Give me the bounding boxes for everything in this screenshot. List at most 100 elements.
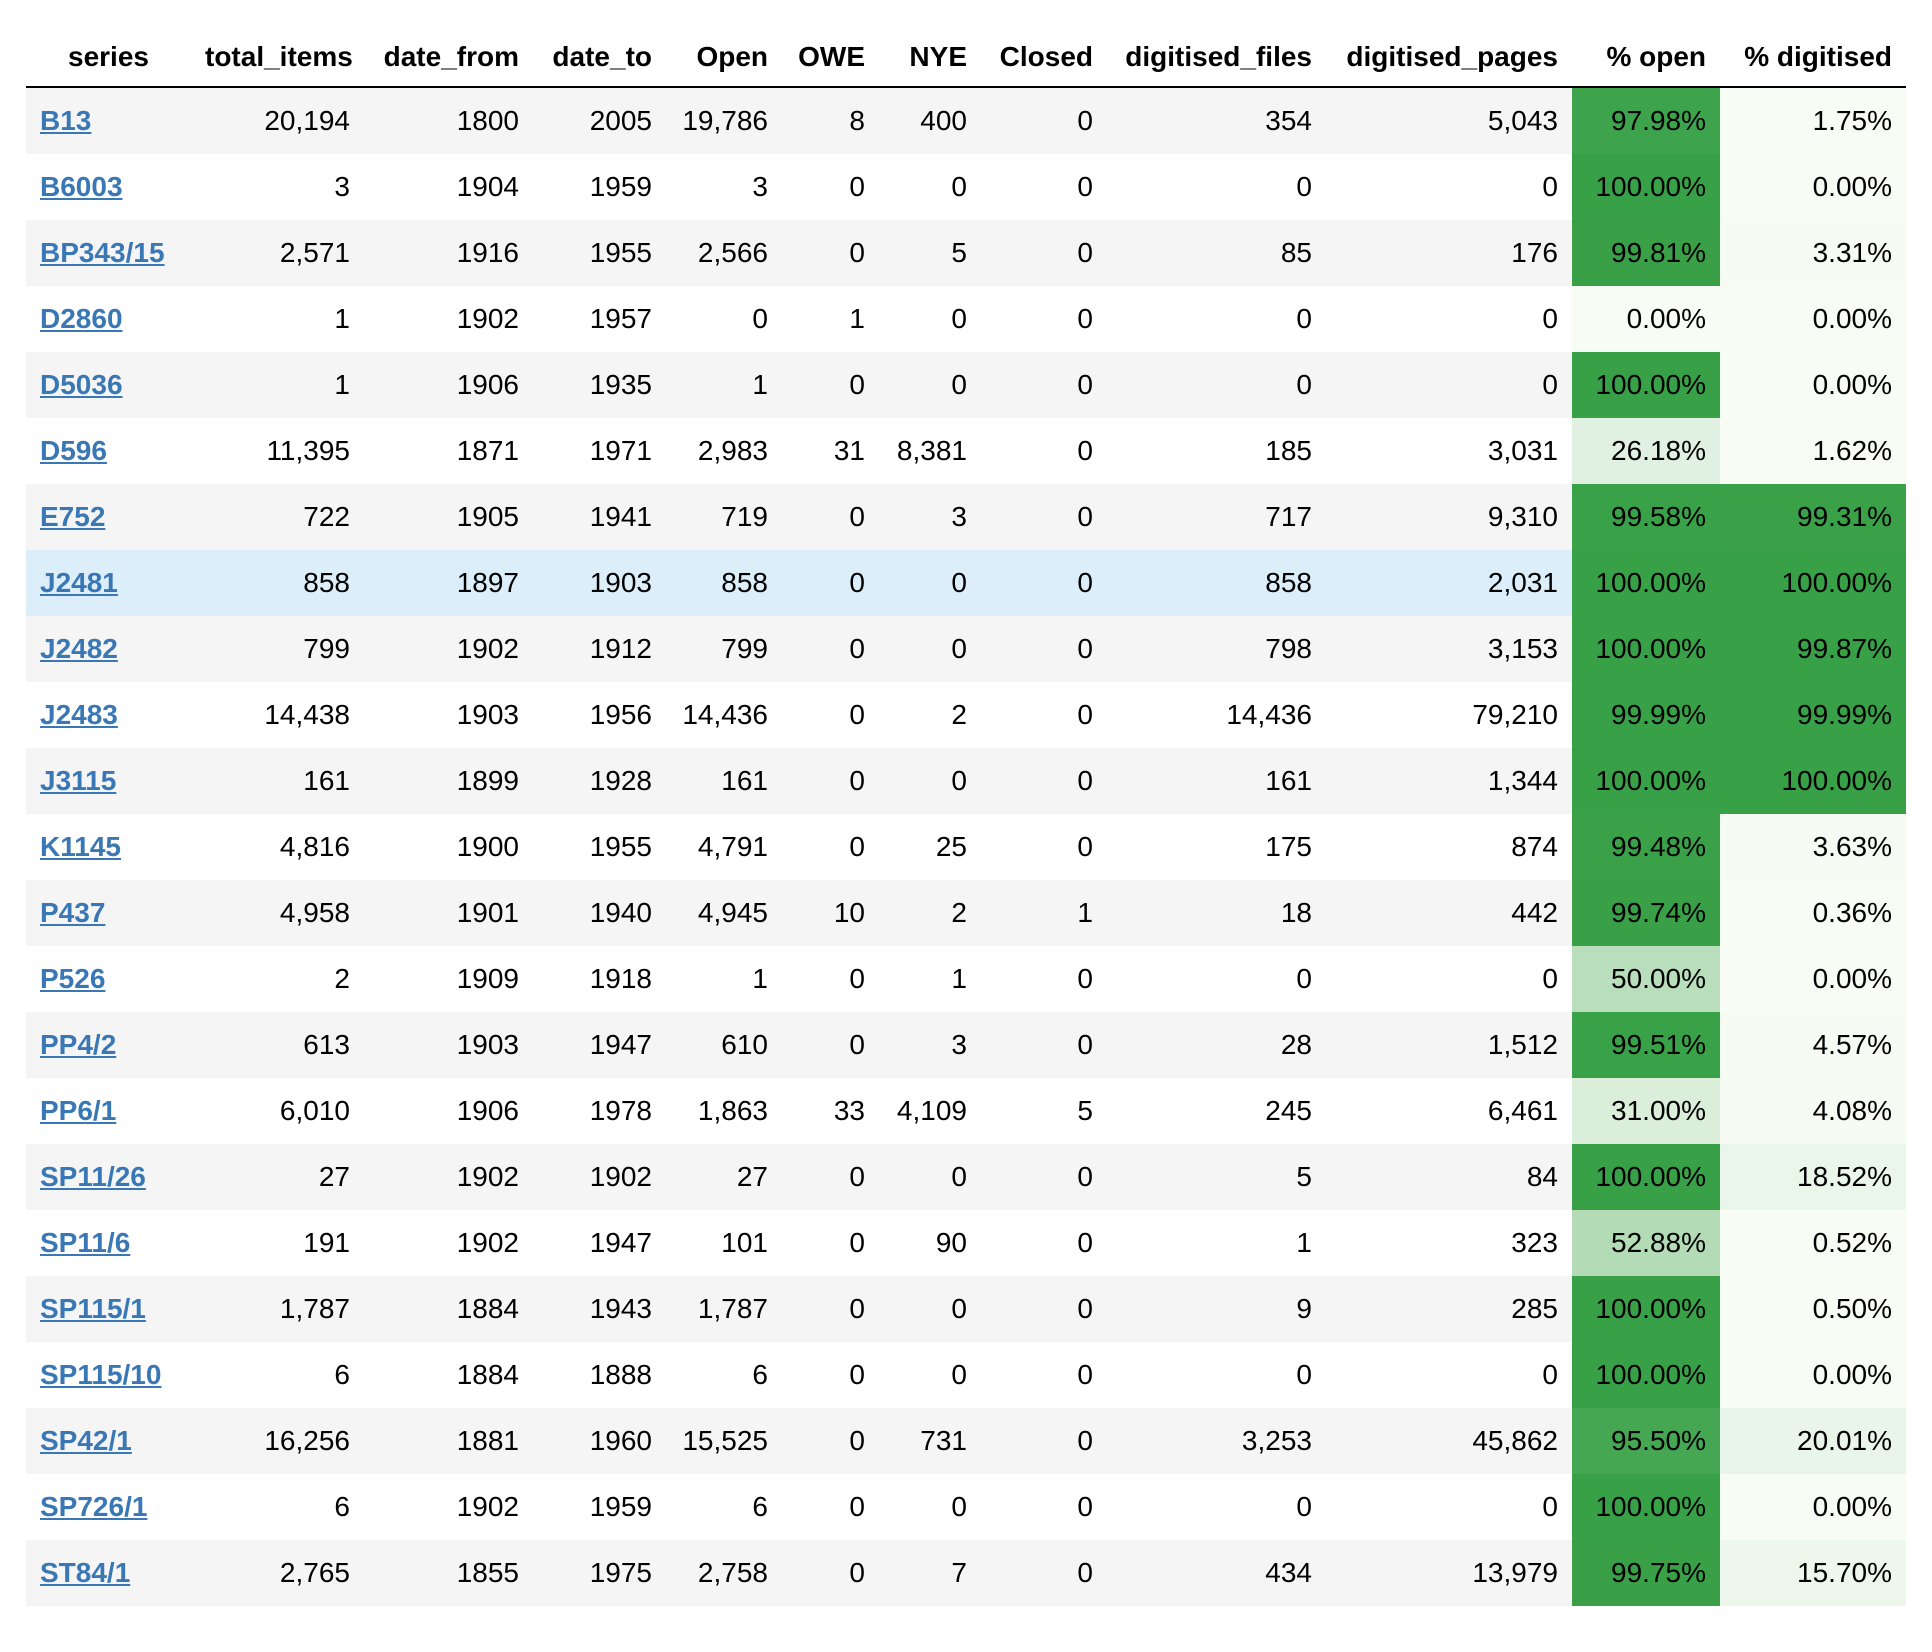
closed-cell: 0 [981,1408,1107,1474]
closed-cell: 0 [981,1276,1107,1342]
nye-cell: 90 [879,1210,981,1276]
table-row: D5036 1 1906 1935 1 0 0 0 0 0 100.00% 0.00% [26,352,1906,418]
total-items-cell: 1,787 [191,1276,364,1342]
open-cell: 15,525 [666,1408,782,1474]
series-cell: SP42/1 [26,1408,191,1474]
series-link[interactable]: E752 [40,501,105,532]
series-link[interactable]: P526 [40,963,105,994]
date-to-cell: 2005 [533,87,666,154]
open-cell: 2,983 [666,418,782,484]
open-cell: 3 [666,154,782,220]
closed-cell: 0 [981,1144,1107,1210]
series-link[interactable]: SP726/1 [40,1491,147,1522]
pct-open-cell: 50.00% [1572,946,1720,1012]
digitised-pages-cell: 5,043 [1326,87,1572,154]
closed-cell: 0 [981,1012,1107,1078]
date-from-cell: 1902 [364,1474,533,1540]
series-link[interactable]: D5036 [40,369,123,400]
table-row: J2481 858 1897 1903 858 0 0 0 858 2,031 100.00% 100… [26,550,1906,616]
date-from-cell: 1902 [364,616,533,682]
open-cell: 6 [666,1342,782,1408]
owe-cell: 0 [782,1012,879,1078]
series-link[interactable]: ST84/1 [40,1557,130,1588]
pct-digitised-cell: 100.00% [1720,748,1906,814]
open-cell: 0 [666,286,782,352]
date-to-cell: 1918 [533,946,666,1012]
series-link[interactable]: SP11/26 [40,1161,146,1192]
series-link[interactable]: BP343/15 [40,237,165,268]
pct-digitised-cell: 99.99% [1720,682,1906,748]
date-from-cell: 1903 [364,682,533,748]
owe-cell: 0 [782,1408,879,1474]
series-cell: SP115/10 [26,1342,191,1408]
column-header-nye: NYE [879,28,981,88]
series-link[interactable]: PP4/2 [40,1029,116,1060]
digitised-pages-cell: 3,153 [1326,616,1572,682]
series-link[interactable]: D2860 [40,303,123,334]
total-items-cell: 2,765 [191,1540,364,1606]
pct-open-cell: 52.88% [1572,1210,1720,1276]
series-link[interactable]: SP42/1 [40,1425,132,1456]
owe-cell: 0 [782,616,879,682]
pct-open-cell: 26.18% [1572,418,1720,484]
owe-cell: 0 [782,748,879,814]
date-to-cell: 1935 [533,352,666,418]
total-items-cell: 613 [191,1012,364,1078]
open-cell: 858 [666,550,782,616]
closed-cell: 0 [981,1210,1107,1276]
date-to-cell: 1956 [533,682,666,748]
series-cell: ST84/1 [26,1540,191,1606]
open-cell: 1 [666,352,782,418]
series-link[interactable]: P437 [40,897,105,928]
digitised-pages-cell: 1,512 [1326,1012,1572,1078]
digitised-pages-cell: 0 [1326,286,1572,352]
series-link[interactable]: J2481 [40,567,118,598]
table-body: B13 20,194 1800 2005 19,786 8 400 0 354 5,043 97.9… [26,87,1906,1606]
series-link[interactable]: SP115/1 [40,1293,146,1324]
digitised-files-cell: 0 [1107,946,1326,1012]
nye-cell: 0 [879,616,981,682]
pct-digitised-cell: 0.00% [1720,286,1906,352]
pct-digitised-cell: 0.36% [1720,880,1906,946]
series-link[interactable]: J2482 [40,633,118,664]
total-items-cell: 4,958 [191,880,364,946]
total-items-cell: 722 [191,484,364,550]
date-to-cell: 1955 [533,814,666,880]
digitised-files-cell: 175 [1107,814,1326,880]
series-link[interactable]: SP115/10 [40,1359,161,1390]
date-from-cell: 1800 [364,87,533,154]
series-link[interactable]: K1145 [40,831,121,862]
pct-digitised-cell: 4.08% [1720,1078,1906,1144]
pct-digitised-cell: 15.70% [1720,1540,1906,1606]
closed-cell: 0 [981,352,1107,418]
digitised-files-cell: 245 [1107,1078,1326,1144]
series-link[interactable]: SP11/6 [40,1227,130,1258]
table-row: SP726/1 6 1902 1959 6 0 0 0 0 0 100.00% 0.00% [26,1474,1906,1540]
digitised-pages-cell: 0 [1326,352,1572,418]
column-header-series: series [26,28,191,88]
owe-cell: 1 [782,286,879,352]
digitised-files-cell: 798 [1107,616,1326,682]
series-link[interactable]: B13 [40,105,91,136]
owe-cell: 0 [782,352,879,418]
nye-cell: 25 [879,814,981,880]
total-items-cell: 1 [191,286,364,352]
pct-digitised-cell: 1.62% [1720,418,1906,484]
digitised-pages-cell: 442 [1326,880,1572,946]
series-link[interactable]: J2483 [40,699,118,730]
series-link[interactable]: D596 [40,435,107,466]
total-items-cell: 20,194 [191,87,364,154]
nye-cell: 0 [879,1276,981,1342]
date-from-cell: 1901 [364,880,533,946]
owe-cell: 0 [782,1210,879,1276]
digitised-pages-cell: 9,310 [1326,484,1572,550]
series-link[interactable]: J3115 [40,765,116,796]
series-cell: J3115 [26,748,191,814]
pct-digitised-cell: 4.57% [1720,1012,1906,1078]
series-link[interactable]: B6003 [40,171,123,202]
open-cell: 27 [666,1144,782,1210]
series-link[interactable]: PP6/1 [40,1095,116,1126]
table-row: SP11/6 191 1902 1947 101 0 90 0 1 323 52.88% 0.52% [26,1210,1906,1276]
digitised-pages-cell: 2,031 [1326,550,1572,616]
closed-cell: 0 [981,946,1107,1012]
